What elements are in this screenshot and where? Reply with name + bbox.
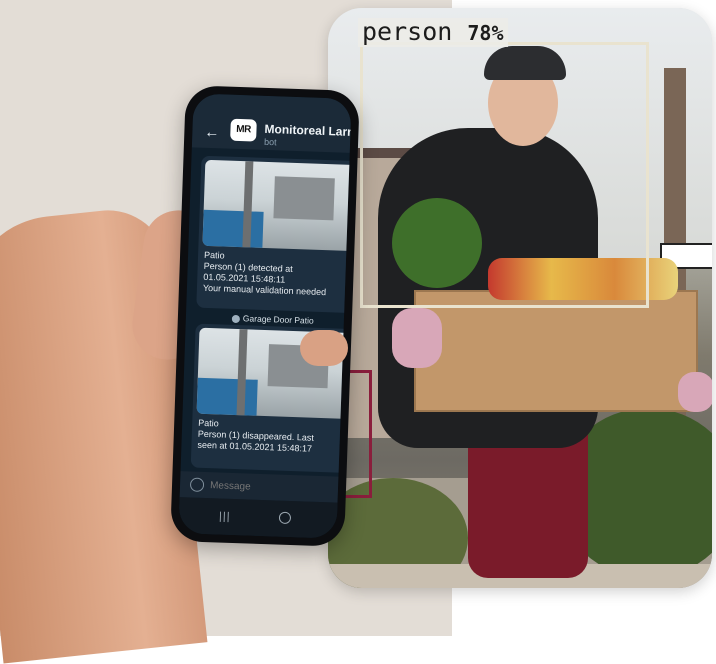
photo-grocery-box (414, 290, 698, 412)
detection-confidence: 78% (467, 21, 504, 45)
chat-subtitle: bot (263, 136, 277, 148)
detection-class: person (362, 17, 453, 46)
message-text: Patio Person (1) disappeared. Last seen … (197, 418, 348, 456)
camera-reply-label: Garage Door Patio (242, 313, 314, 326)
back-arrow-icon[interactable]: ← (204, 124, 220, 142)
bot-avatar: MR (230, 118, 257, 142)
emoji-icon[interactable] (189, 477, 205, 492)
detection-photo: person 78% (328, 8, 712, 588)
person-bounding-box (360, 42, 649, 308)
hand-finger (300, 330, 348, 366)
message-text: Patio Person (1) detected at 01.05.2021 … (203, 250, 352, 299)
android-nav-bar: ||| (178, 497, 338, 539)
snapshot-pool (196, 377, 258, 416)
camera-snapshot[interactable] (202, 159, 352, 252)
camera-reply-chip[interactable]: Garage Door Patio (231, 313, 314, 326)
phone-screen: ← MR Monitoreal Larr bot Patio Person (1… (178, 93, 352, 539)
detection-label: person 78% (358, 18, 508, 47)
phone: ← MR Monitoreal Larr bot Patio Person (1… (170, 85, 360, 547)
recent-apps-icon[interactable]: ||| (219, 511, 231, 523)
photo-glove-left (392, 308, 442, 368)
chat-message[interactable]: Patio Person (1) detected at 01.05.2021 … (196, 155, 352, 314)
snapshot-pool (202, 209, 264, 248)
chat-title: Monitoreal Larr (264, 121, 352, 139)
photo-glove-right (678, 372, 712, 412)
home-icon[interactable] (278, 511, 292, 525)
snapshot-furniture (273, 176, 335, 221)
camera-dot-icon (231, 314, 241, 323)
message-input[interactable] (209, 477, 311, 497)
chat-header: ← MR Monitoreal Larr bot (191, 93, 352, 153)
